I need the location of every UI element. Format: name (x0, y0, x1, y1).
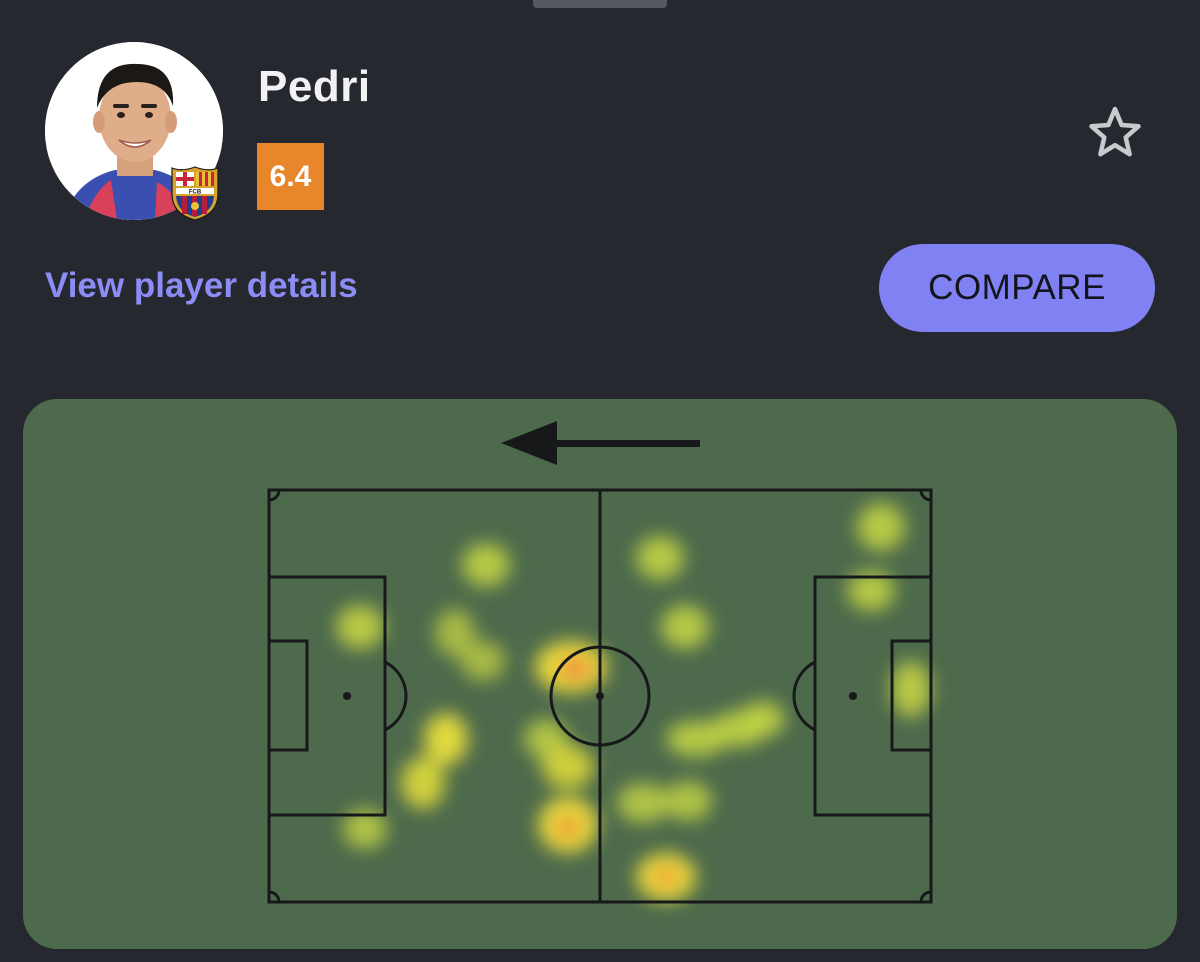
attack-direction-arrow-icon (501, 421, 700, 465)
favorite-star-icon[interactable] (1086, 104, 1144, 162)
heat-spots (336, 503, 931, 901)
view-player-details-link[interactable]: View player details (45, 266, 358, 306)
compare-button[interactable]: COMPARE (879, 244, 1155, 332)
club-crest-text: FCB (189, 190, 202, 196)
player-name: Pedri (258, 62, 371, 111)
drag-handle[interactable] (533, 0, 667, 8)
player-sheet: FCB Pedri 6.4 View player details COMPAR… (0, 0, 1200, 962)
club-crest-icon: FCB (171, 166, 219, 221)
heatmap-card (23, 399, 1177, 949)
heatmap-pitch (267, 421, 933, 904)
player-rating-badge: 6.4 (257, 143, 324, 210)
